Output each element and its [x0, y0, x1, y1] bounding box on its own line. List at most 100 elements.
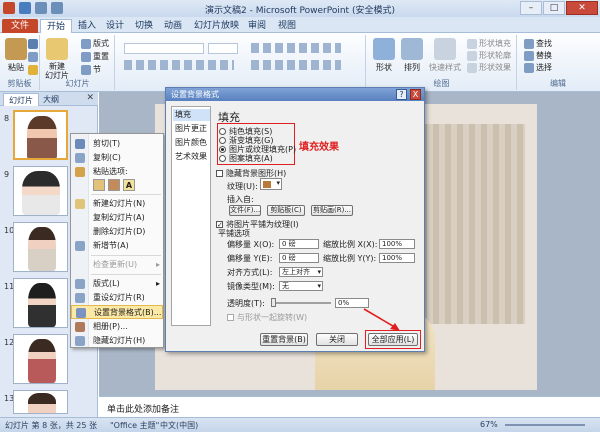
menu-item-layout[interactable]: 版式(L) ▸ — [71, 277, 163, 291]
checkbox-checked-icon: ✓ — [216, 221, 223, 229]
shapes-icon — [373, 38, 395, 60]
radio-selected-icon — [219, 146, 226, 153]
slide-thumbnail-9[interactable] — [13, 166, 68, 216]
menu-item-photo-album[interactable]: 相册(P)... — [71, 320, 163, 334]
alignment-icons[interactable] — [251, 60, 341, 70]
menu-item-format-background[interactable]: 设置背景格式(B)... — [71, 305, 163, 319]
menu-item-copy[interactable]: 复制(C) — [71, 151, 163, 165]
clipboard-button[interactable]: 剪贴板(C) — [267, 205, 305, 216]
tab-file[interactable]: 文件 — [2, 19, 38, 33]
menu-item-new-slide[interactable]: 新建幻灯片(N) — [71, 197, 163, 211]
help-button[interactable]: ? — [396, 89, 407, 100]
shape-outline-button[interactable]: 形状轮廓 — [467, 50, 511, 61]
close-button[interactable]: 关闭 — [316, 333, 358, 346]
minimize-button[interactable]: – — [520, 1, 542, 15]
arrange-button[interactable]: 排列 — [401, 38, 423, 73]
slide-thumbnail-10[interactable] — [13, 222, 68, 272]
cut-icon[interactable] — [28, 39, 38, 49]
select-button[interactable]: 选择 — [524, 62, 552, 73]
radio-pattern-fill[interactable]: 图案填充(A) — [219, 153, 273, 164]
replace-button[interactable]: 替换 — [524, 50, 552, 61]
close-window-button[interactable]: ✕ — [566, 1, 598, 15]
shape-button[interactable]: 形状 — [373, 38, 395, 73]
tab-outline[interactable]: 大纲 — [38, 93, 64, 106]
slide-thumbnail-8[interactable] — [13, 110, 68, 160]
mirror-type-select[interactable]: 无 ▾ — [279, 281, 323, 291]
insert-from-label: 插入自: — [227, 195, 254, 204]
nav-artistic-effects[interactable]: 艺术效果 — [173, 151, 210, 163]
tab-slideshow[interactable]: 幻灯片放映 — [188, 19, 245, 33]
slide-thumbnail-12[interactable] — [13, 334, 68, 384]
close-pane-icon[interactable]: ✕ — [86, 93, 94, 103]
tab-home[interactable]: 开始 — [40, 19, 73, 33]
format-painter-icon[interactable] — [28, 65, 38, 75]
menu-item-reset-slide[interactable]: 重设幻灯片(R) — [71, 291, 163, 305]
context-menu: 剪切(T) 复制(C) 粘贴选项: A 新建幻灯片(N) 复制幻灯片(A) 删除… — [70, 133, 164, 348]
section-button[interactable]: 节 — [81, 64, 101, 75]
nav-fill[interactable]: 填充 — [173, 109, 210, 121]
menu-item-duplicate-slide[interactable]: 复制幻灯片(A) — [71, 211, 163, 225]
slide-thumbnail-13[interactable] — [13, 390, 68, 414]
paste-button[interactable]: 粘贴 — [5, 38, 27, 73]
scale-x-input[interactable]: 100% — [379, 239, 415, 249]
checkbox-icon — [216, 170, 223, 177]
menu-item-cut[interactable]: 剪切(T) — [71, 137, 163, 151]
font-size-box[interactable] — [208, 43, 238, 54]
zoom-level: 67% — [480, 420, 498, 429]
rotate-with-shape-checkbox[interactable]: 与形状一起旋转(W) — [227, 312, 307, 323]
texture-picker[interactable]: ▾ — [260, 178, 282, 190]
tab-view[interactable]: 视图 — [272, 19, 302, 33]
tab-insert[interactable]: 插入 — [72, 19, 102, 33]
tab-slides[interactable]: 幻灯片 — [3, 93, 39, 106]
dropdown-arrow-icon: ▾ — [317, 268, 321, 276]
annotation-label: 填充效果 — [299, 142, 339, 153]
shape-effects-button[interactable]: 形状效果 — [467, 62, 511, 73]
notes-pane[interactable]: 单击此处添加备注 — [99, 396, 600, 417]
reset-button[interactable]: 重置 — [81, 51, 109, 62]
dialog-close-button[interactable]: X — [410, 89, 421, 100]
zoom-slider[interactable] — [505, 424, 585, 426]
reset-background-button[interactable]: 重置背景(B) — [260, 333, 308, 346]
paste-keep-format-icon[interactable] — [108, 179, 120, 191]
tab-transitions[interactable]: 切换 — [129, 19, 159, 33]
file-button[interactable]: 文件(F)... — [229, 205, 261, 216]
maximize-button[interactable]: □ — [543, 1, 565, 15]
section-icon — [75, 241, 85, 251]
quick-styles-button[interactable]: 快速样式 — [429, 38, 461, 73]
offset-y-input[interactable]: 0 磅 — [279, 253, 319, 263]
clipart-button[interactable]: 剪贴画(R)... — [311, 205, 353, 216]
paste-text-only-icon[interactable]: A — [123, 179, 135, 191]
shape-fill-button[interactable]: 形状填充 — [467, 38, 511, 49]
thumbnail-image — [28, 283, 56, 327]
transparency-slider[interactable] — [271, 298, 331, 307]
alignment-select[interactable]: 左上对齐 ▾ — [279, 267, 323, 277]
paragraph-icons[interactable] — [251, 43, 341, 53]
slide-background-texture — [415, 124, 525, 324]
radio-icon — [219, 155, 226, 162]
offset-x-input[interactable]: 0 磅 — [279, 239, 319, 249]
tab-animations[interactable]: 动画 — [158, 19, 188, 33]
slide-number: 9 — [4, 170, 10, 179]
find-button[interactable]: 查找 — [524, 38, 552, 49]
menu-item-check-updates[interactable]: 检查更新(U) ▸ — [71, 258, 163, 272]
menu-item-delete-slide[interactable]: 删除幻灯片(D) — [71, 225, 163, 239]
transparency-label: 透明度(T): — [227, 299, 265, 308]
tab-review[interactable]: 审阅 — [242, 19, 272, 33]
nav-picture-corrections[interactable]: 图片更正 — [173, 123, 210, 135]
ribbon: 粘贴 剪贴板 新建 幻灯片 版式 重置 节 幻灯片 形状 排列 快速样式 形状填… — [0, 33, 600, 92]
font-name-box[interactable] — [124, 43, 204, 54]
scale-y-input[interactable]: 100% — [379, 253, 415, 263]
font-format-icons[interactable] — [124, 60, 234, 70]
tab-design[interactable]: 设计 — [100, 19, 130, 33]
menu-item-add-section[interactable]: 新增节(A) — [71, 239, 163, 253]
slider-thumb-icon[interactable] — [271, 298, 276, 307]
paste-keep-theme-icon[interactable] — [93, 179, 105, 191]
layout-button[interactable]: 版式 — [81, 38, 109, 49]
texture-label: 纹理(U): — [227, 182, 258, 191]
mirror-type-label: 镜像类型(M): — [227, 282, 275, 291]
copy-icon[interactable] — [28, 52, 38, 62]
new-slide-button[interactable]: 新建 幻灯片 — [45, 38, 69, 80]
nav-picture-color[interactable]: 图片颜色 — [173, 137, 210, 149]
menu-item-hide-slide[interactable]: 隐藏幻灯片(H) — [71, 334, 163, 348]
slide-thumbnail-11[interactable] — [13, 278, 68, 328]
